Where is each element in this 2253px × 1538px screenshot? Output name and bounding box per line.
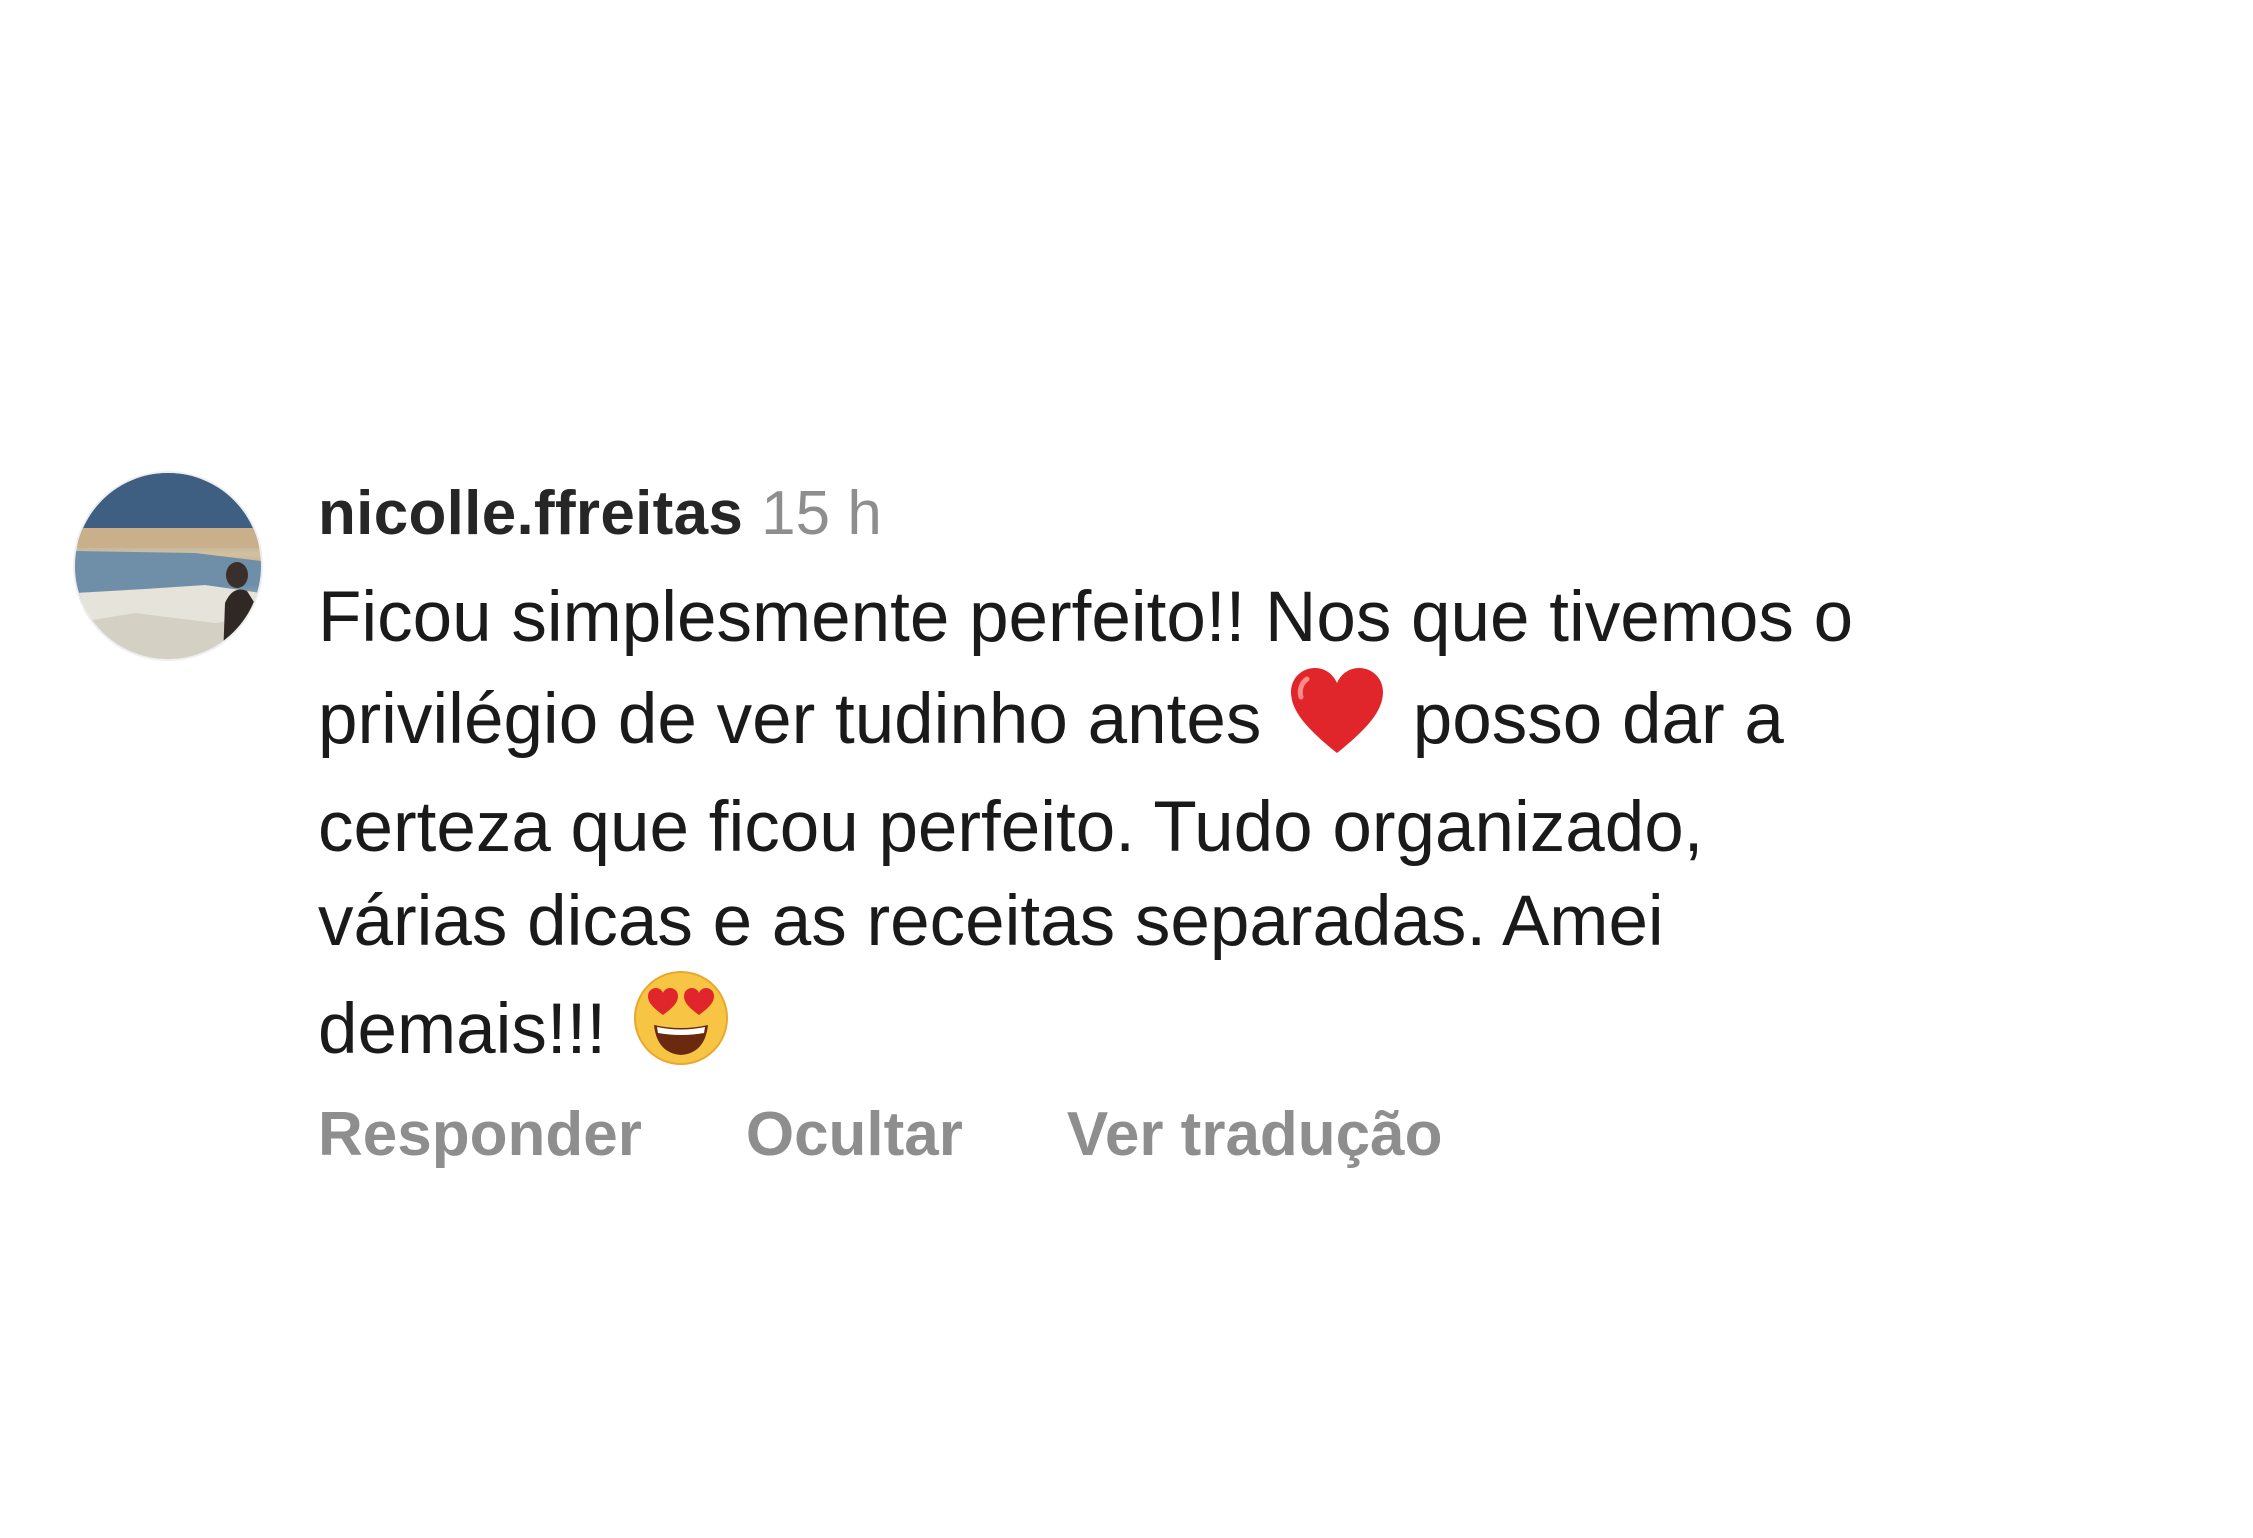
reply-button[interactable]: Responder — [318, 1099, 642, 1170]
hide-button[interactable]: Ocultar — [746, 1099, 963, 1170]
username[interactable]: nicolle.ffreitas — [318, 478, 743, 549]
comment-text-line: certeza que ficou perfeito. Tudo organiz… — [318, 788, 1704, 867]
comment-text-line: várias dicas e as receitas separadas. Am… — [318, 882, 1664, 961]
comment: nicolle.ffreitas 15 h Ficou simplesmente… — [75, 473, 2175, 1193]
comment-text: Ficou simplesmente perfeito!! Nos que ti… — [318, 571, 2198, 1091]
timestamp: 15 h — [761, 479, 882, 548]
red-heart-emoji-icon — [1287, 665, 1387, 781]
comment-text-line: Ficou simplesmente perfeito!! Nos que ti… — [318, 578, 1854, 657]
heart-eyes-emoji-icon — [632, 969, 730, 1091]
comment-actions: Responder Ocultar Ver tradução — [318, 1099, 1547, 1170]
avatar[interactable] — [75, 473, 261, 659]
comment-text-line: posso dar a — [1412, 680, 1784, 759]
comment-text-line: demais!!! — [318, 990, 607, 1069]
comment-text-line: privilégio de ver tudinho antes — [318, 680, 1262, 759]
see-translation-button[interactable]: Ver tradução — [1067, 1099, 1443, 1170]
avatar-photo — [75, 473, 261, 659]
comment-header: nicolle.ffreitas 15 h — [318, 478, 882, 558]
